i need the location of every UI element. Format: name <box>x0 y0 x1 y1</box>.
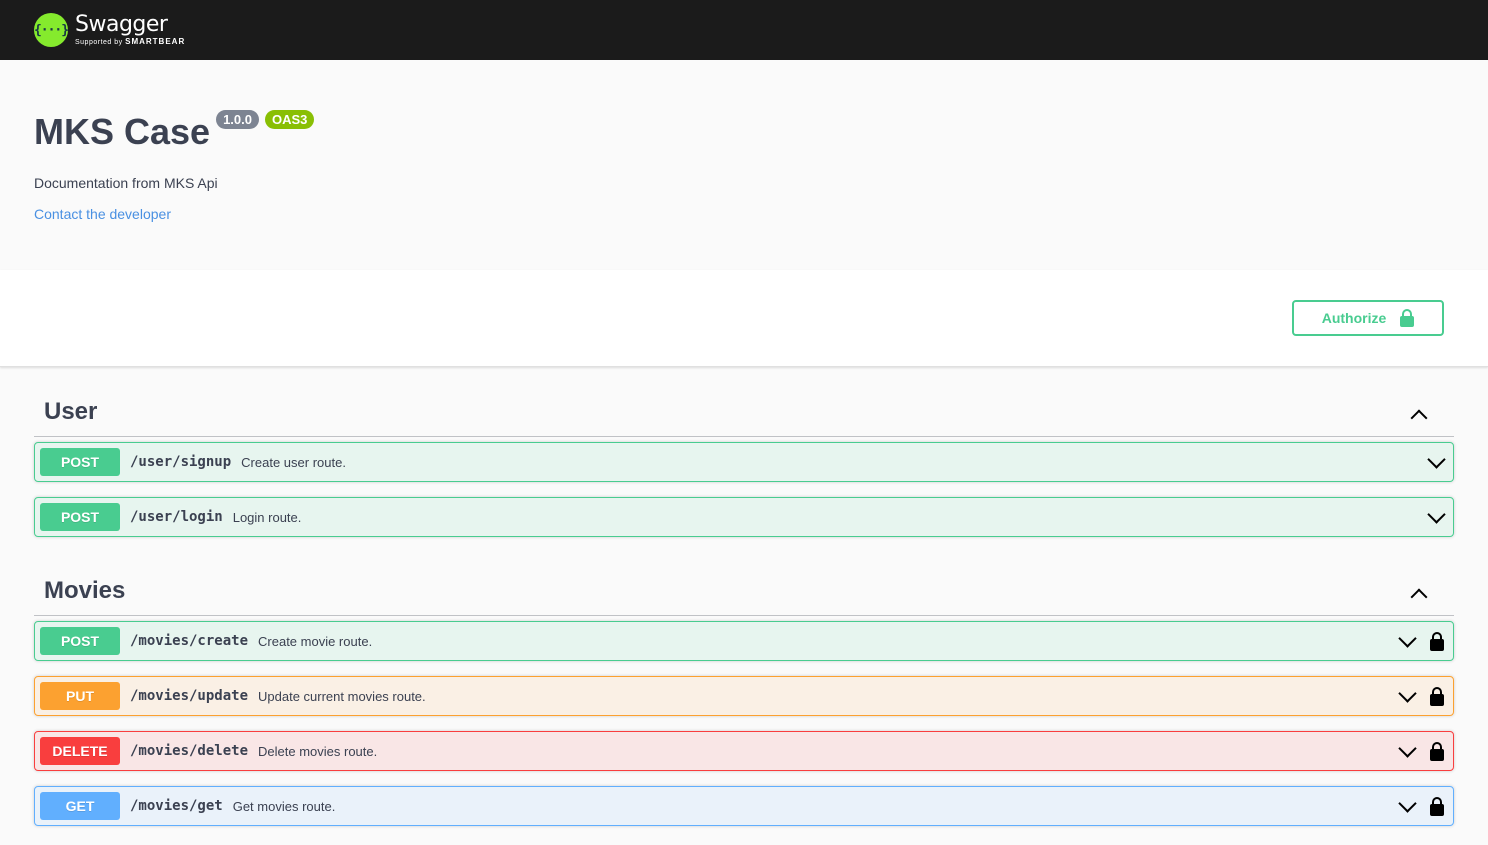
version-badge: 1.0.0 <box>216 110 259 129</box>
page-title: MKS Case <box>34 111 211 152</box>
topbar: {···} Swagger Supported by SMARTBEAR <box>0 0 1488 60</box>
operation-controls <box>1427 443 1445 481</box>
operation-row[interactable]: PUT /movies/update Update current movies… <box>34 676 1454 716</box>
operation-summary: Create user route. <box>241 454 346 470</box>
operation-row[interactable]: DELETE /movies/delete Delete movies rout… <box>34 731 1454 771</box>
logo-sub-brand: SMARTBEAR <box>125 37 186 46</box>
api-info: MKS Case 1.0.0 OAS3 Documentation from M… <box>0 60 1488 270</box>
operation-summary: Login route. <box>232 509 302 525</box>
method-badge: GET <box>40 792 120 820</box>
operation-row[interactable]: POST /user/signup Create user route. <box>34 442 1454 482</box>
chevron-down-icon[interactable] <box>1398 687 1416 705</box>
logo-name: Swagger <box>75 12 168 37</box>
operation-controls <box>1398 677 1445 715</box>
contact-link[interactable]: Contact the developer <box>34 206 1454 222</box>
tag-header-user[interactable]: User <box>34 367 1454 437</box>
tag-title: User <box>44 398 98 425</box>
operation-summary: Delete movies route. <box>258 743 378 759</box>
tag-header-movies[interactable]: Movies <box>34 552 1454 616</box>
operation-path: /movies/create <box>130 633 249 649</box>
lock-icon[interactable] <box>1430 631 1444 651</box>
lock-icon[interactable] <box>1430 796 1444 816</box>
tag-title: Movies <box>44 577 126 604</box>
operation-row[interactable]: POST /user/login Login route. <box>34 497 1454 537</box>
lock-icon[interactable] <box>1430 741 1444 761</box>
operation-path: /movies/get <box>130 798 223 814</box>
swagger-logo-icon: {···} <box>34 13 69 47</box>
operation-controls <box>1427 498 1445 536</box>
operation-controls <box>1398 622 1445 660</box>
operation-summary: Get movies route. <box>232 798 336 814</box>
method-badge: POST <box>40 503 120 531</box>
authorize-label: Authorize <box>1321 310 1387 326</box>
operation-path: /movies/delete <box>130 743 249 759</box>
api-description: Documentation from MKS Api <box>34 175 218 191</box>
swagger-logo[interactable]: {···} Swagger Supported by SMARTBEAR <box>34 13 185 47</box>
chevron-down-icon[interactable] <box>1398 632 1416 650</box>
operation-path: /user/login <box>130 509 223 525</box>
oas-badge: OAS3 <box>264 110 315 129</box>
chevron-down-icon[interactable] <box>1427 508 1445 526</box>
logo-text: Swagger Supported by SMARTBEAR <box>75 12 186 47</box>
operation-path: /movies/update <box>130 688 249 704</box>
method-badge: PUT <box>40 682 120 710</box>
lock-icon[interactable] <box>1430 686 1444 706</box>
scheme-bar: Authorize <box>0 270 1488 367</box>
chevron-down-icon[interactable] <box>1398 797 1416 815</box>
method-badge: POST <box>40 627 120 655</box>
chevron-down-icon[interactable] <box>1398 742 1416 760</box>
title-row: MKS Case 1.0.0 OAS3 <box>34 105 1454 153</box>
operation-summary: Create movie route. <box>258 633 373 649</box>
operation-controls <box>1398 787 1445 825</box>
operation-row[interactable]: POST /movies/create Create movie route. <box>34 621 1454 661</box>
operation-path: /user/signup <box>130 454 232 470</box>
chevron-down-icon[interactable] <box>1427 453 1445 471</box>
logo-sub: Supported by SMARTBEAR <box>75 37 186 47</box>
method-badge: DELETE <box>40 737 120 765</box>
authorize-button[interactable]: Authorize <box>1292 300 1444 336</box>
operation-controls <box>1398 732 1445 770</box>
chevron-up-icon[interactable] <box>1410 585 1426 601</box>
operations-content: User POST /user/signup Create user route… <box>0 367 1488 826</box>
operation-row[interactable]: GET /movies/get Get movies route. <box>34 786 1454 826</box>
chevron-up-icon[interactable] <box>1410 406 1426 422</box>
logo-sub-prefix: Supported by <box>75 39 123 46</box>
method-badge: POST <box>40 448 120 476</box>
operation-summary: Update current movies route. <box>258 688 426 704</box>
lock-icon <box>1400 309 1415 327</box>
